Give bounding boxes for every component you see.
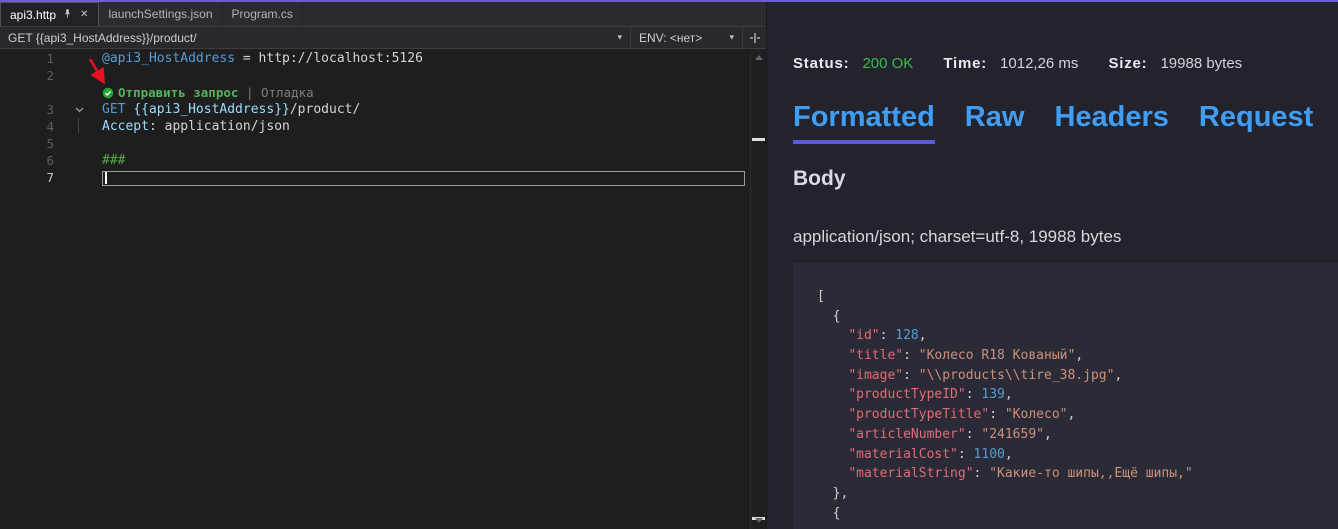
env-selector[interactable]: ENV: <нет> ▾: [631, 27, 743, 48]
close-icon[interactable]: ✕: [79, 9, 89, 20]
json-line: {: [817, 309, 1338, 329]
response-tab-headers[interactable]: Headers: [1054, 101, 1168, 144]
editor-line: 5: [0, 135, 766, 152]
tab-label: launchSettings.json: [108, 7, 212, 21]
json-line: "articleNumber": "241659",: [817, 427, 1338, 447]
http-toolbar: GET {{api3_HostAddress}}/product/ ▾ ENV:…: [0, 26, 766, 49]
fold-margin: [60, 67, 102, 84]
snippet-field[interactable]: [102, 171, 745, 186]
status-label: Status:: [793, 55, 849, 72]
tab-api3-http[interactable]: api3.http ✕: [0, 2, 99, 26]
scroll-down-icon[interactable]: [755, 518, 763, 523]
line-number: 5: [0, 136, 60, 151]
line-number: 3: [0, 102, 60, 117]
check-icon: [102, 85, 118, 100]
fold-margin: [60, 50, 102, 67]
size-label: Size:: [1108, 55, 1147, 72]
codelens-divider: |: [238, 85, 261, 100]
line-number: 4: [0, 119, 60, 134]
size-value: 19988 bytes: [1160, 55, 1242, 72]
time-value: 1012,26 ms: [1000, 55, 1078, 72]
content-type: application/json; charset=utf-8, 19988 b…: [793, 227, 1338, 247]
debug-link[interactable]: Отладка: [261, 85, 314, 100]
response-tabs: Formatted Raw Headers Request: [793, 101, 1338, 144]
json-line: },: [817, 486, 1338, 506]
chevron-down-icon: ▾: [729, 32, 734, 43]
response-tab-request[interactable]: Request: [1199, 101, 1313, 144]
fold-margin: [60, 84, 102, 101]
fold-margin: [60, 118, 102, 135]
json-line: "productTypeID": 139,: [817, 387, 1338, 407]
code-text[interactable]: Accept: application/json: [102, 119, 766, 134]
editor-line: 6 ###: [0, 152, 766, 169]
tab-launchsettings-json[interactable]: launchSettings.json: [99, 2, 222, 26]
chevron-down-icon: ▾: [617, 32, 622, 43]
response-body-json[interactable]: [ { "id": 128, "title": "Колесо R18 Кова…: [793, 263, 1338, 529]
line-number: 6: [0, 153, 60, 168]
line-number: 7: [0, 170, 60, 185]
json-line: "id": 128,: [817, 328, 1338, 348]
code-text[interactable]: [102, 170, 766, 186]
json-line: "materialString": "Какие-то шипы,,Ещё ши…: [817, 466, 1338, 486]
response-panel: Status: 200 OK Time: 1012,26 ms Size: 19…: [766, 2, 1338, 529]
json-line: "title": "Колесо R18 Кованый",: [817, 348, 1338, 368]
scroll-up-icon[interactable]: [755, 55, 763, 60]
fold-chevron-icon[interactable]: [60, 101, 102, 118]
code-text[interactable]: ###: [102, 153, 766, 168]
editor-line: 2: [0, 67, 766, 84]
json-line: "productTypeTitle": "Колесо",: [817, 407, 1338, 427]
status-value: 200 OK: [862, 55, 913, 72]
code-text[interactable]: GET {{api3_HostAddress}}/product/: [102, 102, 766, 117]
request-selector-label: GET {{api3_HostAddress}}/product/: [8, 31, 197, 45]
tab-label: Program.cs: [232, 7, 293, 21]
line-number: 2: [0, 68, 60, 83]
vs-window: api3.http✕launchSettings.jsonProgram.cs …: [0, 0, 1338, 529]
editor-pane: api3.http✕launchSettings.jsonProgram.cs …: [0, 2, 766, 529]
time-label: Time:: [943, 55, 987, 72]
text-caret: [105, 172, 107, 184]
split-editor-icon[interactable]: [743, 32, 766, 44]
codelens-row[interactable]: Отправить запрос | Отладка: [102, 85, 766, 100]
editor-line: 3 GET {{api3_HostAddress}}/product/: [0, 101, 766, 118]
editor-line: 1 @api3_HostAddress = http://localhost:51…: [0, 50, 766, 67]
response-tab-raw[interactable]: Raw: [965, 101, 1025, 144]
editor-line: 4 Accept: application/json: [0, 118, 766, 135]
env-selector-label: ENV: <нет>: [639, 31, 702, 45]
fold-margin: [60, 152, 102, 169]
tab-program-cs[interactable]: Program.cs: [223, 2, 303, 26]
response-tab-formatted[interactable]: Formatted: [793, 101, 935, 144]
body-heading: Body: [793, 167, 1338, 191]
code-text[interactable]: @api3_HostAddress = http://localhost:512…: [102, 51, 766, 66]
json-line: "image": "\\products\\tire_38.jpg",: [817, 368, 1338, 388]
request-selector[interactable]: GET {{api3_HostAddress}}/product/ ▾: [0, 27, 631, 48]
scrollbar-marker: [752, 138, 765, 141]
pin-icon[interactable]: [62, 8, 73, 22]
editor-scrollbar[interactable]: [750, 49, 766, 529]
send-request-link[interactable]: Отправить запрос: [118, 85, 238, 100]
editor-line: 7: [0, 169, 766, 186]
editor-line: Отправить запрос | Отладка: [0, 84, 766, 101]
json-line: [: [817, 289, 1338, 309]
json-line: {: [817, 506, 1338, 526]
fold-margin: [60, 135, 102, 152]
tab-bar: api3.http ✕ launchSettings.json Program.cs: [0, 2, 766, 26]
code-editor[interactable]: 1 @api3_HostAddress = http://localhost:51…: [0, 49, 766, 529]
response-status-row: Status: 200 OK Time: 1012,26 ms Size: 19…: [793, 55, 1338, 72]
json-line: "materialCost": 1100,: [817, 447, 1338, 467]
line-number: 1: [0, 51, 60, 66]
fold-margin: [60, 169, 102, 186]
tab-label: api3.http: [10, 8, 56, 22]
